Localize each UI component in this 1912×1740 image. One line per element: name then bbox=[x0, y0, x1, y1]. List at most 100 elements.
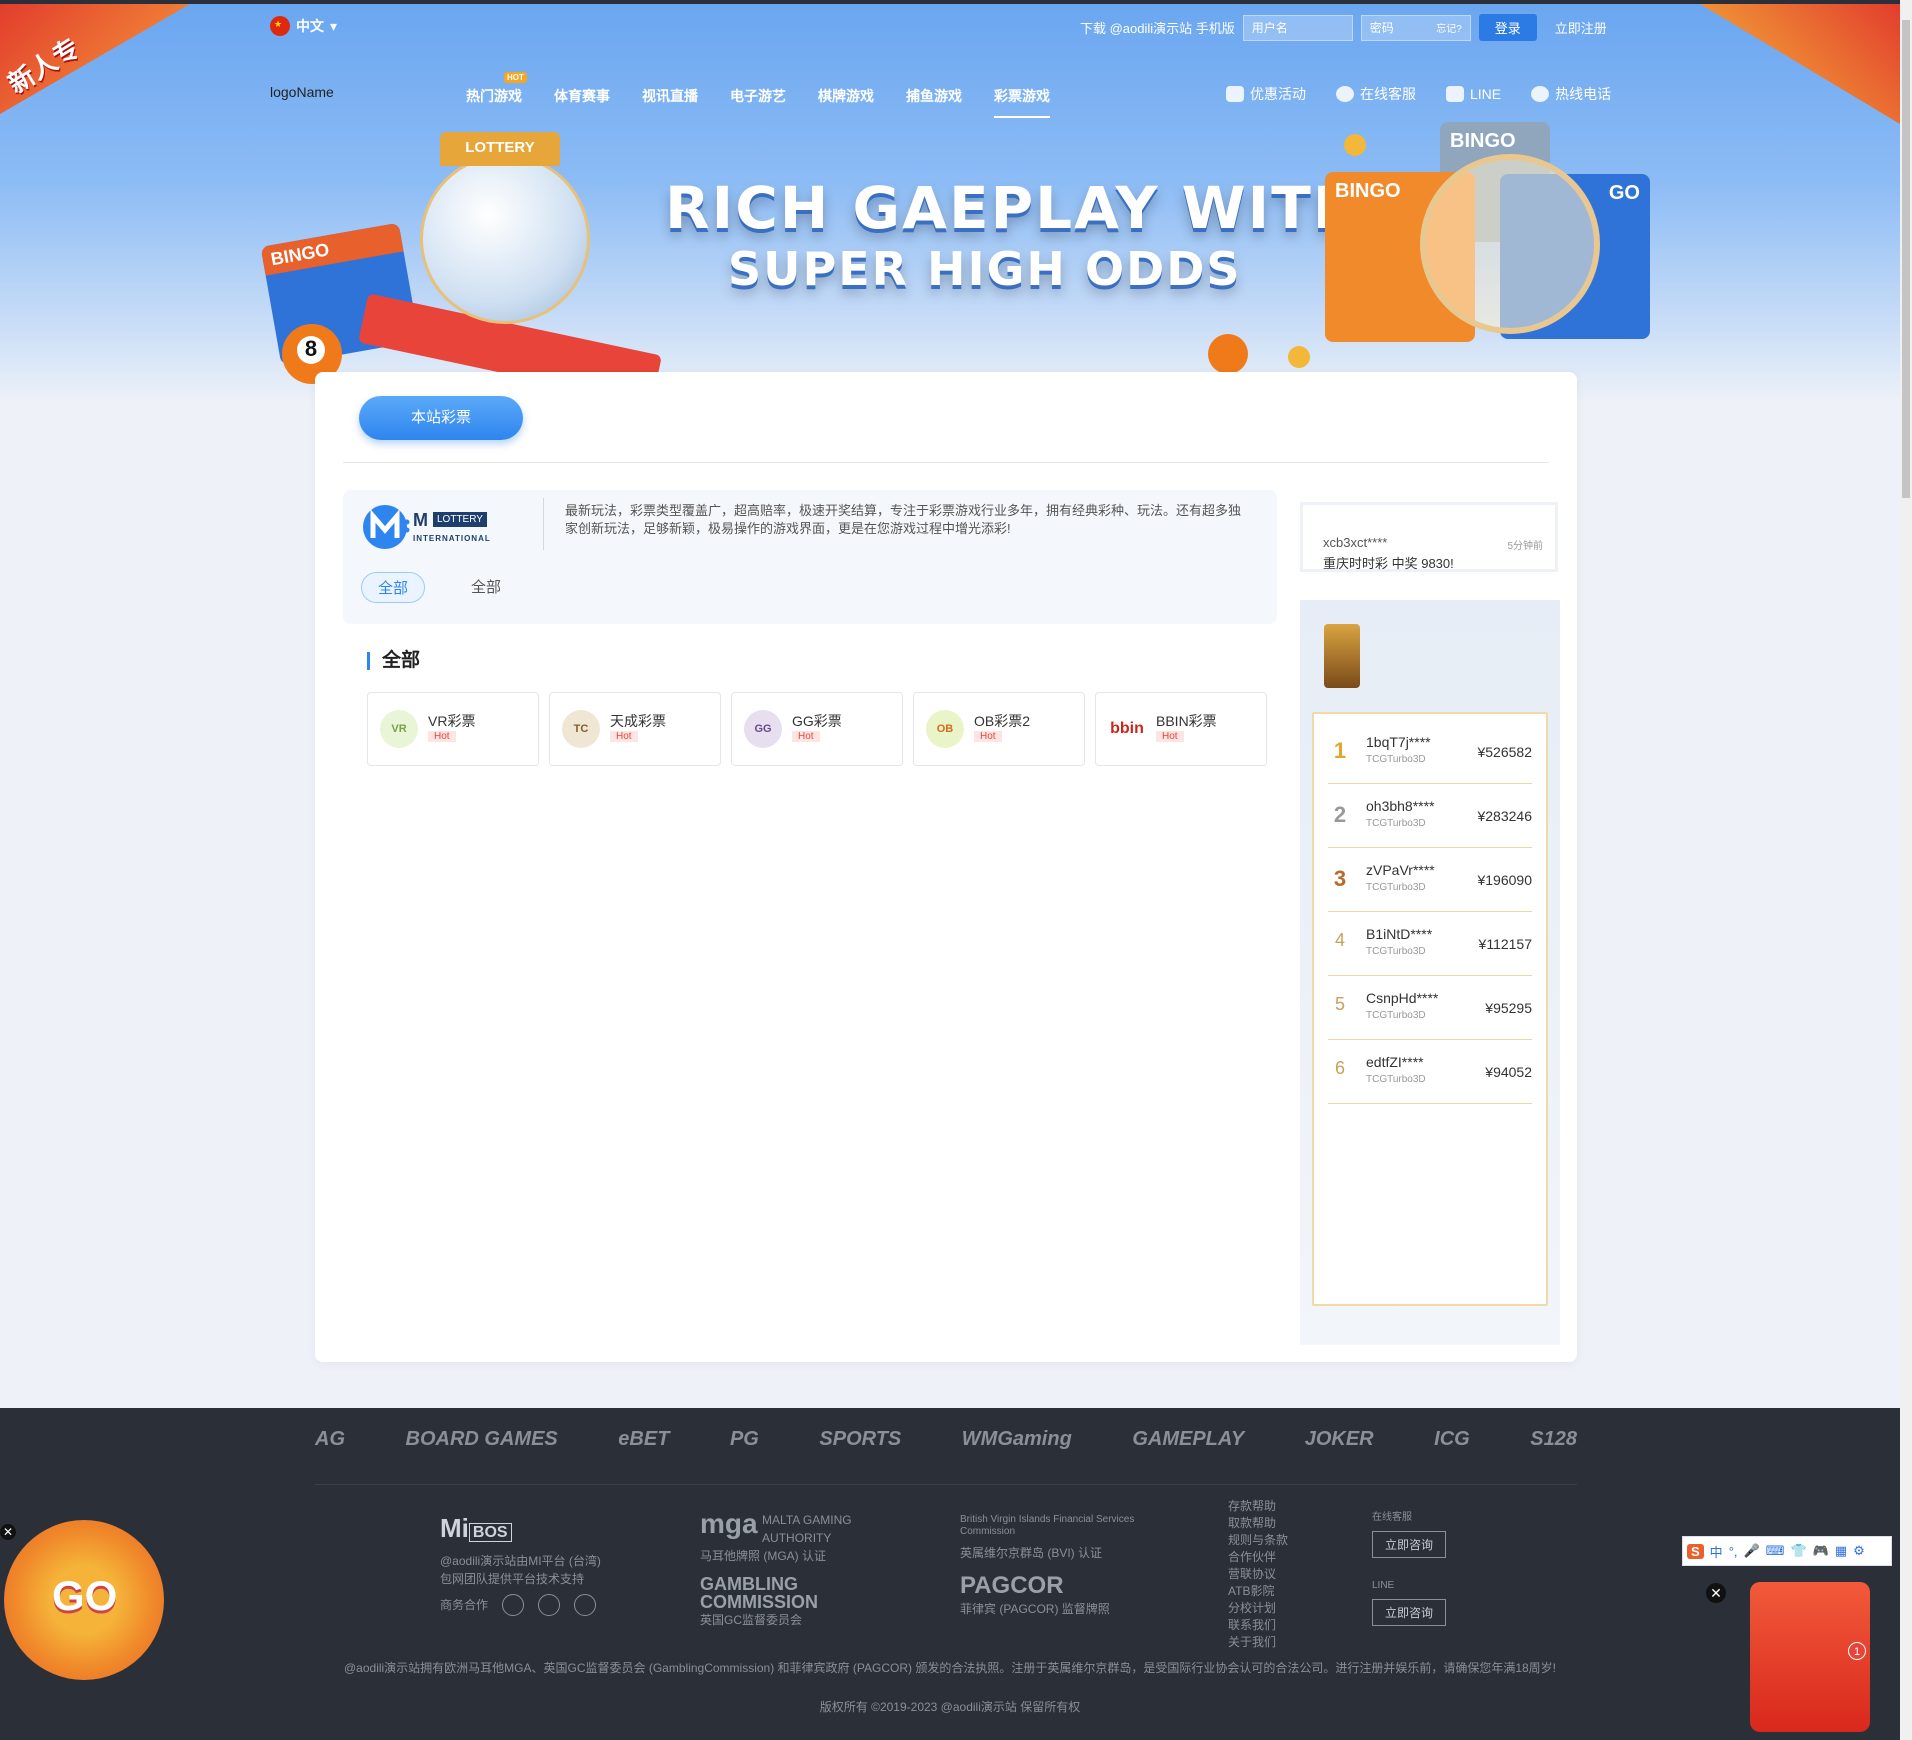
notification-badge: 1 bbox=[1848, 1642, 1866, 1660]
winner-game: TCGTurbo3D bbox=[1366, 1074, 1426, 1085]
site-logo[interactable]: logoName bbox=[270, 84, 334, 100]
footer-link[interactable]: 取款帮助 bbox=[1228, 1515, 1288, 1532]
vr-lottery-icon: VR bbox=[380, 710, 418, 748]
lucky-wheel-widget[interactable]: GO bbox=[4, 1520, 164, 1680]
mga-logo: mga bbox=[700, 1508, 758, 1539]
hero-banner: 新人专 中文 ▾ 下载 @aodili演示站 手机版 用户名 密码 忘记? 登录… bbox=[0, 4, 1900, 404]
sogou-icon[interactable]: S bbox=[1687, 1543, 1704, 1559]
legal-notice: @aodili演示站拥有欧洲马耳他MGA、英国GC监督委员会 (Gambling… bbox=[343, 1661, 1557, 1675]
line-label: LINE bbox=[1372, 1580, 1395, 1591]
partner-ebet: eBET bbox=[618, 1428, 670, 1450]
hot-badge: Hot bbox=[1156, 731, 1184, 742]
hot-badge: Hot bbox=[428, 731, 456, 742]
ime-punctuation[interactable]: °, bbox=[1729, 1544, 1738, 1559]
partner-board-games: BOARD GAMES bbox=[405, 1428, 558, 1450]
close-wheel-icon[interactable]: ✕ bbox=[0, 1524, 16, 1540]
winner-name: B1iNtD**** bbox=[1366, 926, 1433, 942]
ime-chinese-mode[interactable]: 中 bbox=[1710, 1542, 1723, 1561]
chevron-down-icon: ▾ bbox=[330, 17, 338, 34]
password-input[interactable]: 密码 忘记? bbox=[1360, 14, 1471, 41]
line-link[interactable]: LINE bbox=[1446, 84, 1501, 104]
pagcor-caption: 菲律宾 (PAGCOR) 监督牌照 bbox=[960, 1602, 1110, 1616]
nav-item-hot-games[interactable]: 热门游戏 HOT bbox=[466, 72, 527, 106]
close-redpacket-icon[interactable]: ✕ bbox=[1706, 1583, 1726, 1603]
microphone-icon[interactable]: 🎤 bbox=[1744, 1543, 1760, 1559]
online-consult-button[interactable]: 立即咨询 bbox=[1372, 1531, 1447, 1558]
nav-item-slots[interactable]: 电子游艺 bbox=[730, 86, 786, 106]
tab-all-active[interactable]: 全部 bbox=[361, 572, 426, 603]
partner-sports: SPORTS bbox=[819, 1428, 902, 1450]
site-lottery-tab[interactable]: 本站彩票 bbox=[359, 396, 523, 440]
download-app-link[interactable]: 下载 @aodili演示站 手机版 bbox=[1080, 18, 1235, 37]
ime-toolbar[interactable]: S 中 °, 🎤 ⌨ 👕 🎮 ▦ ⚙ bbox=[1682, 1536, 1892, 1566]
game-controller-icon[interactable]: 🎮 bbox=[1813, 1543, 1829, 1559]
partner-icg: ICG bbox=[1434, 1428, 1470, 1450]
login-button[interactable]: 登录 bbox=[1478, 14, 1537, 41]
email-icon[interactable] bbox=[574, 1594, 597, 1616]
leaderboard-row: 3 zVPaVr**** TCGTurbo3D ¥196090 bbox=[1328, 848, 1532, 912]
hot-badge: Hot bbox=[610, 731, 638, 742]
newcomer-promo-ribbon[interactable]: 新人专 bbox=[0, 4, 190, 114]
tab-all[interactable]: 全部 bbox=[455, 572, 517, 603]
divider bbox=[315, 1484, 1577, 1485]
footer-link[interactable]: 合作伙伴 bbox=[1228, 1549, 1288, 1566]
game-card-bbin[interactable]: bbin BBIN彩票 Hot bbox=[1095, 692, 1267, 766]
forgot-password-link[interactable]: 忘记? bbox=[1436, 20, 1462, 35]
language-selector[interactable]: 中文 ▾ bbox=[270, 16, 337, 36]
nav-item-chess[interactable]: 棋牌游戏 bbox=[818, 86, 874, 106]
leaderboard-row: 2 oh3bh8**** TCGTurbo3D ¥283246 bbox=[1328, 784, 1532, 848]
skype-icon[interactable] bbox=[502, 1594, 525, 1616]
winner-name: CsnpHd**** bbox=[1366, 990, 1439, 1006]
leaderboard-list: 1 1bqT7j**** TCGTurbo3D ¥526582 2 oh3bh8… bbox=[1312, 712, 1548, 1306]
register-link[interactable]: 立即注册 bbox=[1555, 18, 1607, 37]
footer-link[interactable]: ATB影院 bbox=[1228, 1583, 1288, 1600]
nav-item-sports[interactable]: 体育赛事 bbox=[554, 86, 610, 106]
mibos-logo-text: Mi bbox=[440, 1513, 469, 1543]
footer-link[interactable]: 营联协议 bbox=[1228, 1566, 1288, 1583]
nav-item-fishing[interactable]: 捕鱼游戏 bbox=[906, 86, 962, 106]
tiancheng-lottery-icon: TC bbox=[562, 710, 600, 748]
footer-link[interactable]: 联系我们 bbox=[1228, 1617, 1288, 1634]
ticker-time: 5分钟前 bbox=[1507, 541, 1543, 552]
business-label: 商务合作 bbox=[440, 1598, 489, 1612]
bbin-lottery-icon: bbin bbox=[1108, 710, 1146, 748]
provider-logo-m: M bbox=[413, 510, 428, 530]
hot-badge: Hot bbox=[792, 731, 820, 742]
footer-link[interactable]: 规则与条款 bbox=[1228, 1532, 1288, 1549]
mibos-logo: Mi BOS bbox=[440, 1513, 601, 1544]
provider-logo-intl: INTERNATIONAL bbox=[413, 534, 491, 543]
username-input[interactable]: 用户名 bbox=[1242, 14, 1353, 41]
game-card-vr[interactable]: VR VR彩票 Hot bbox=[367, 692, 539, 766]
nav-item-lottery[interactable]: 彩票游戏 bbox=[994, 86, 1050, 118]
promotions-link[interactable]: 优惠活动 bbox=[1226, 84, 1306, 104]
nav-item-live[interactable]: 视讯直播 bbox=[642, 86, 698, 106]
skin-icon[interactable]: 👕 bbox=[1790, 1543, 1806, 1559]
mga-caption: 马耳他牌照 (MGA) 认证 bbox=[700, 1548, 826, 1563]
settings-icon[interactable]: ⚙ bbox=[1853, 1543, 1865, 1559]
red-packet-widget[interactable]: 1 bbox=[1750, 1582, 1870, 1732]
game-card-ob2[interactable]: OB OB彩票2 Hot bbox=[913, 692, 1085, 766]
partner-s128: S128 bbox=[1530, 1428, 1577, 1450]
bvi-caption: 英属维尔京群岛 (BVI) 认证 bbox=[960, 1546, 1103, 1560]
password-placeholder: 密码 bbox=[1369, 21, 1394, 35]
scrollbar-thumb[interactable] bbox=[1902, 20, 1910, 498]
game-card-gg[interactable]: GG GG彩票 Hot bbox=[731, 692, 903, 766]
line-consult-button[interactable]: 立即咨询 bbox=[1372, 1599, 1447, 1626]
game-name: GG彩票 bbox=[792, 713, 842, 729]
online-service-link[interactable]: 在线客服 bbox=[1336, 84, 1416, 104]
footer-link[interactable]: 关于我们 bbox=[1228, 1634, 1288, 1651]
keyboard-icon[interactable]: ⌨ bbox=[1766, 1543, 1785, 1559]
leaderboard-row: 5 CsnpHd**** TCGTurbo3D ¥95295 bbox=[1328, 976, 1532, 1040]
gift-promo-ribbon[interactable] bbox=[1700, 4, 1900, 124]
game-card-tiancheng[interactable]: TC 天成彩票 Hot bbox=[549, 692, 721, 766]
footer-link[interactable]: 分校计划 bbox=[1228, 1600, 1288, 1617]
hotline-link[interactable]: 热线电话 bbox=[1531, 84, 1611, 104]
grid-icon[interactable]: ▦ bbox=[1835, 1543, 1847, 1559]
winner-ticker: xcb3xct**** 5分钟前 重庆时时彩 中奖 9830! bbox=[1300, 502, 1558, 572]
telegram-icon[interactable] bbox=[538, 1594, 561, 1616]
winner-amount: ¥196090 bbox=[1477, 872, 1532, 888]
mga-subtitle: MALTA GAMING AUTHORITY bbox=[762, 1512, 852, 1545]
partner-pg: PG bbox=[729, 1428, 759, 1450]
ticker-message: 重庆时时彩 中奖 9830! bbox=[1323, 556, 1454, 571]
footer-link[interactable]: 存款帮助 bbox=[1228, 1498, 1288, 1515]
